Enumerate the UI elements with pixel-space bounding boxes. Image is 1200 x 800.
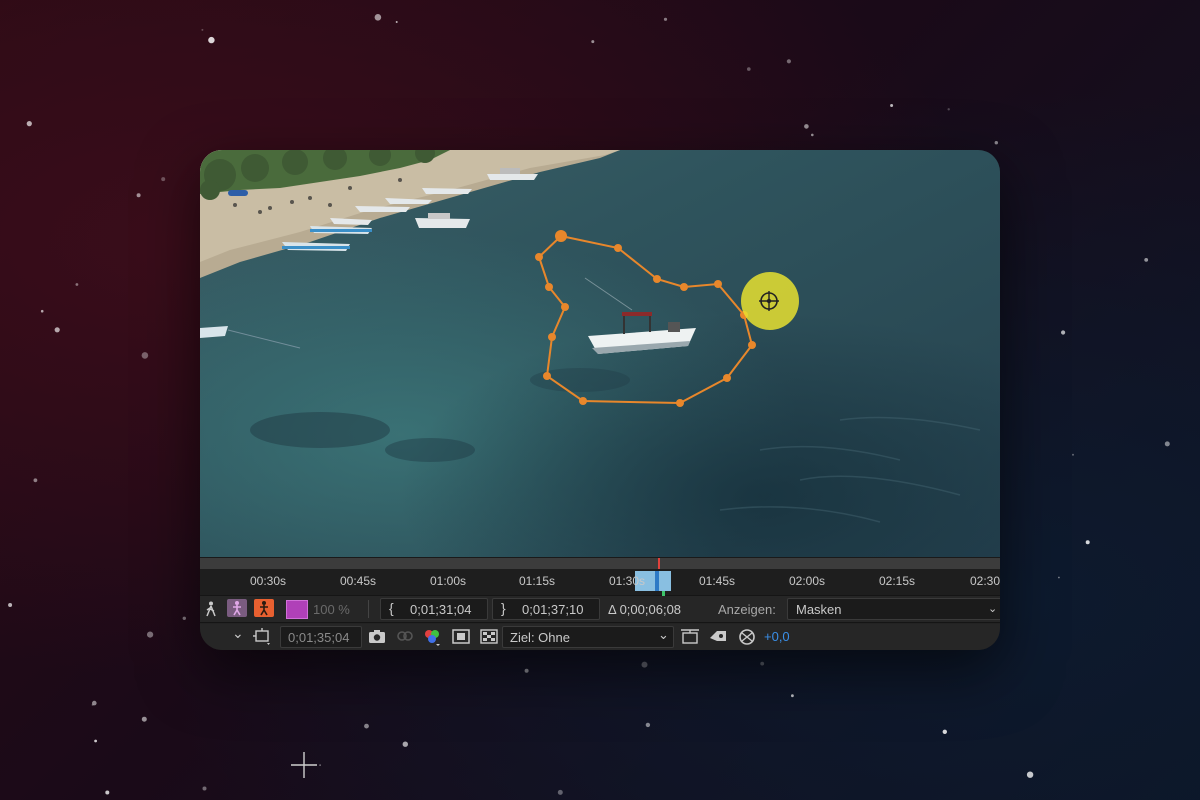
- star: [26, 121, 32, 127]
- star: [1061, 330, 1066, 335]
- mask-toggle-icon[interactable]: [452, 629, 470, 649]
- transparency-grid-icon[interactable]: [480, 629, 498, 649]
- star: [208, 36, 215, 44]
- star: [942, 729, 947, 734]
- star: [1085, 540, 1090, 545]
- star: [804, 124, 809, 129]
- ruler-label: 02:30: [969, 574, 1000, 588]
- star: [591, 40, 595, 44]
- star: [202, 786, 207, 791]
- in-point-value: 0;01;31;04: [410, 602, 472, 617]
- star: [33, 478, 38, 483]
- ruler-label: 01:15s: [518, 574, 556, 588]
- viewer-canvas[interactable]: [200, 150, 1000, 557]
- ruler-label: 00:30s: [249, 574, 287, 588]
- exposure-reset-icon[interactable]: [738, 628, 756, 650]
- out-point-value: 0;01;37;10: [522, 602, 584, 617]
- star: [147, 631, 154, 638]
- frame-reset-icon[interactable]: [680, 628, 700, 650]
- ruler-label: 01:45s: [698, 574, 736, 588]
- star: [557, 789, 563, 795]
- view-dropdown[interactable]: Masken ⌄: [787, 598, 1000, 620]
- star: [201, 28, 204, 31]
- star: [94, 739, 97, 743]
- target-dropdown[interactable]: Ziel: Ohne ⌄: [502, 626, 674, 648]
- star: [641, 661, 648, 668]
- star: [161, 177, 166, 182]
- star: [182, 616, 186, 620]
- star: [54, 327, 60, 333]
- region-icon[interactable]: [253, 628, 273, 650]
- star: [947, 108, 950, 111]
- star: [747, 67, 751, 71]
- star: [141, 352, 149, 359]
- star: [141, 716, 147, 722]
- star: [364, 723, 369, 729]
- ruler-label: 01:00s: [429, 574, 467, 588]
- star: [811, 133, 814, 137]
- viewer-controls-row: ⌄ 0;01;35;04 Ziel: Ohne ⌄ +0,0: [200, 624, 1000, 650]
- ruler-label: 00:45s: [339, 574, 377, 588]
- star: [994, 141, 998, 145]
- link-icon[interactable]: [396, 629, 414, 649]
- out-point-icon: }: [501, 600, 506, 616]
- star: [1144, 258, 1149, 262]
- layer-controls-row: 100 % { 0;01;31;04 } 0;01;37;10 Δ 0;00;0…: [200, 596, 1000, 623]
- view-dropdown-value: Masken: [796, 602, 842, 617]
- star: [791, 694, 794, 698]
- star: [1058, 576, 1060, 579]
- cursor-highlight: [741, 272, 799, 330]
- star: [40, 309, 44, 313]
- star: [786, 59, 792, 64]
- star: [374, 13, 382, 21]
- ruler-label: 02:15s: [878, 574, 916, 588]
- star: [75, 283, 79, 286]
- eraser-icon[interactable]: [708, 628, 728, 650]
- walk-icon[interactable]: [204, 601, 218, 622]
- puppet-orange-icon[interactable]: [254, 599, 274, 617]
- view-label: Anzeigen:: [718, 602, 776, 617]
- star: [105, 790, 110, 795]
- puppet-pink-icon[interactable]: [227, 599, 247, 617]
- star: [760, 661, 765, 666]
- label-color-swatch[interactable]: [286, 600, 308, 619]
- ruler-label: 02:00s: [788, 574, 826, 588]
- in-point-icon: {: [389, 600, 394, 616]
- star: [663, 17, 668, 21]
- ruler-label: 01:30s: [608, 574, 646, 588]
- target-dropdown-value: Ziel: Ohne: [510, 630, 570, 645]
- chevron-down-icon: ⌄: [988, 603, 998, 615]
- duration-value: Δ 0;00;06;08: [608, 602, 682, 617]
- opacity-value[interactable]: 100 %: [313, 602, 350, 617]
- chevron-down-icon: ⌄: [658, 627, 669, 642]
- star: [1072, 453, 1074, 456]
- color-channels-icon[interactable]: [422, 627, 442, 650]
- current-time-field[interactable]: 0;01;35;04: [280, 626, 362, 648]
- star: [402, 741, 408, 747]
- out-point-field[interactable]: } 0;01;37;10: [492, 598, 600, 620]
- composition-viewer[interactable]: [200, 150, 1000, 557]
- time-ruler[interactable]: 00:30s 00:45s 01:00s 01:15s 01:30s 01:45…: [200, 569, 1000, 596]
- camera-icon[interactable]: [368, 629, 386, 649]
- composition-window: 00:30s 00:45s 01:00s 01:15s 01:30s 01:45…: [200, 150, 1000, 650]
- star: [1164, 441, 1170, 447]
- star: [645, 722, 651, 728]
- current-time-value: 0;01;35;04: [288, 630, 350, 645]
- star: [395, 21, 398, 23]
- star: [890, 104, 894, 107]
- star: [524, 668, 529, 673]
- star: [91, 703, 94, 706]
- exposure-value[interactable]: +0,0: [764, 629, 790, 644]
- star: [8, 603, 13, 607]
- star: [1026, 771, 1034, 778]
- chevron-down-icon[interactable]: ⌄: [232, 625, 244, 642]
- star: [136, 193, 141, 198]
- in-point-field[interactable]: { 0;01;31;04: [380, 598, 488, 620]
- sparkle-icon: [291, 752, 317, 778]
- star: [319, 764, 321, 766]
